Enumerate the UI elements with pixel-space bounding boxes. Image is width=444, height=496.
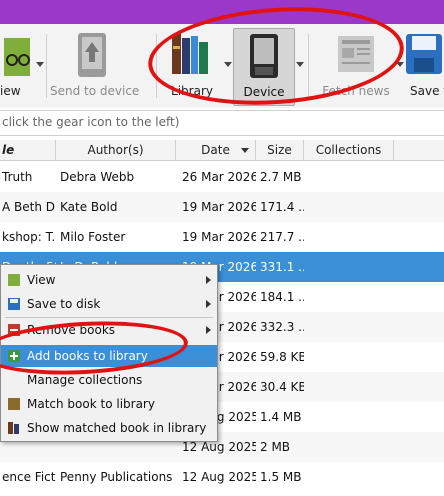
submenu-arrow-icon [206,276,211,284]
book-date-cell: 12 Aug 2025 [182,470,256,484]
table-row[interactable]: kshop: T... Milo Foster 19 Mar 2026 217.7 .… [0,222,444,252]
device-label: Device [243,85,285,99]
device-dropdown-arrow[interactable] [296,62,304,67]
submenu-arrow-icon [206,300,211,308]
column-title-header[interactable]: le [0,140,56,160]
book-title-cell: A Beth D... [2,200,56,214]
device-icon [250,34,278,78]
table-row[interactable]: ence Fict... Penny Publications 12 Aug 202… [0,462,444,492]
book-date-cell: 26 Mar 2026 [182,170,256,184]
menu-item-show-matched-book[interactable]: Show matched book in library [1,417,217,439]
view-button[interactable]: iew [0,24,34,108]
remove-books-icon [8,324,20,336]
library-label: Library [171,84,213,98]
view-icon [8,274,20,286]
library-icon [172,34,208,74]
send-to-device-icon [78,33,106,77]
view-icon [4,38,30,76]
book-author-cell: Milo Foster [60,230,126,244]
save-disk-icon [8,298,20,310]
table-row[interactable]: A Beth D... Kate Bold 19 Mar 2026 171.4 ... [0,192,444,222]
book-size-cell: 2.7 MB [260,170,302,184]
book-date-cell: 19 Mar 2026 [182,230,256,244]
match-book-icon [8,398,20,410]
fetch-news-button[interactable]: Fetch news [316,24,396,108]
save-label: Save to [410,84,444,98]
menu-item-view[interactable]: View [1,269,217,291]
send-to-device-label: Send to device [50,84,140,98]
menu-item-add-books-to-library[interactable]: Add books to library [1,345,217,367]
send-to-device-button[interactable]: Send to device [50,24,140,108]
search-placeholder: click the gear icon to the left) [2,115,180,129]
menu-item-remove-books[interactable]: Remove books [1,319,217,341]
date-header-label: Date [201,143,230,157]
context-menu: View Save to disk Remove books Add books… [0,264,218,442]
fetch-news-dropdown-arrow[interactable] [396,62,404,67]
book-author-cell: Debra Webb [60,170,135,184]
fetch-news-label: Fetch news [322,84,390,98]
title-bar [0,0,444,24]
book-size-cell: 1.5 MB [260,470,302,484]
book-size-cell: 59.8 KB [260,350,304,364]
book-author-cell: Penny Publications [60,470,173,484]
book-author-cell: Kate Bold [60,200,118,214]
view-label: iew [0,84,21,98]
show-matched-icon [8,422,19,434]
column-authors-header[interactable]: Author(s) [56,140,176,160]
book-size-cell: 30.4 KB [260,380,304,394]
book-size-cell: 332.3 ... [260,320,304,334]
book-title-cell: ence Fict... [2,470,56,484]
library-dropdown-arrow[interactable] [224,62,232,67]
book-size-cell: 331.1 ... [260,260,304,274]
save-icon [406,34,442,74]
book-title-cell: Truth [2,170,33,184]
library-button[interactable]: Library [162,24,222,108]
save-to-disk-button[interactable]: Save to [406,24,444,108]
view-dropdown-arrow[interactable] [36,62,44,67]
table-header: le Author(s) Date Size Collections [0,140,444,161]
device-button[interactable]: Device [233,28,295,106]
menu-item-match-book[interactable]: Match book to library [1,393,217,415]
column-date-header[interactable]: Date [176,140,256,160]
fetch-news-icon [338,36,374,72]
table-row[interactable]: Truth Debra Webb 26 Mar 2026 2.7 MB [0,162,444,192]
submenu-arrow-icon [206,326,211,334]
menu-item-save-to-disk[interactable]: Save to disk [1,293,217,315]
book-size-cell: 184.1 ... [260,290,304,304]
book-size-cell: 217.7 ... [260,230,304,244]
book-title-cell: kshop: T... [2,230,56,244]
add-books-icon [8,350,20,362]
column-size-header[interactable]: Size [256,140,304,160]
book-size-cell: 2 MB [260,440,291,454]
toolbar: iew Send to device Library Device Fetch … [0,24,444,108]
book-date-cell: 19 Mar 2026 [182,200,256,214]
book-size-cell: 171.4 ... [260,200,304,214]
sort-desc-icon [241,148,249,153]
column-collections-header[interactable]: Collections [304,140,394,160]
search-bar[interactable]: click the gear icon to the left) [0,110,444,136]
menu-item-manage-collections[interactable]: Manage collections [1,369,217,391]
book-size-cell: 1.4 MB [260,410,302,424]
